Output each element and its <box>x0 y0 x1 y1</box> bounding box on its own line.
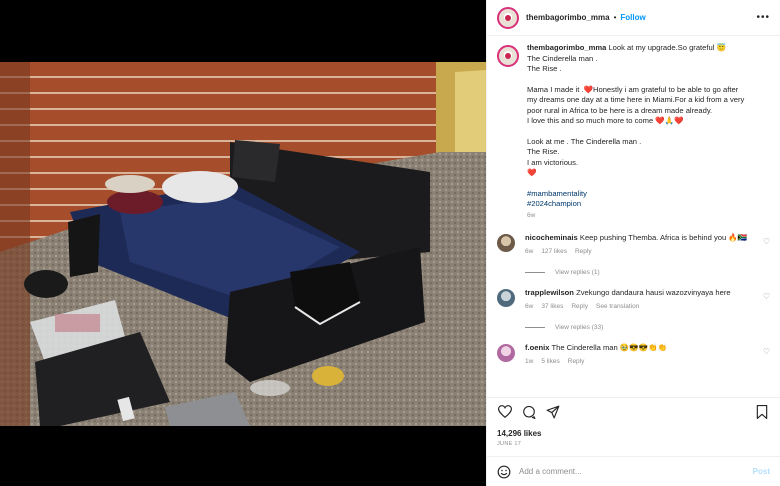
like-heart-icon[interactable] <box>496 403 514 421</box>
post-date: JUNE 17 <box>497 441 522 447</box>
comment-timestamp: 1w <box>525 358 534 365</box>
share-paper-plane-icon[interactable] <box>544 403 562 421</box>
comment-like-icon[interactable]: ♡ <box>763 237 770 246</box>
view-replies-button[interactable]: View replies (33) <box>525 324 770 331</box>
comment-bubble-icon[interactable] <box>520 403 538 421</box>
comment-item: trapplewilson Zvekungo dandaura hausi wa… <box>497 288 770 312</box>
view-replies-label: View replies (1) <box>555 269 600 276</box>
comment-likes[interactable]: 5 likes <box>541 357 559 367</box>
comment-text: The Cinderella man 🥹😎😎👏👏 <box>551 343 668 352</box>
reply-button[interactable]: Reply <box>575 247 592 257</box>
commenter-username[interactable]: f.oenix <box>525 343 549 352</box>
caption-username[interactable]: thembagorimbo_mma <box>527 43 606 52</box>
instagram-post-modal: thembagorimbo_mma • Follow ••• thembagor… <box>0 0 780 486</box>
comment-like-icon[interactable]: ♡ <box>763 347 770 356</box>
author-username[interactable]: thembagorimbo_mma <box>526 13 610 22</box>
commenter-username[interactable]: trapplewilson <box>525 288 574 297</box>
post-comment-button[interactable]: Post <box>753 467 770 476</box>
caption-line: The Cinderella man . <box>527 53 598 63</box>
caption-line: The Rise . <box>527 64 562 73</box>
comment-timestamp: 6w <box>525 303 534 310</box>
comment-likes[interactable]: 127 likes <box>541 247 567 257</box>
caption-timestamp: 6w <box>527 211 536 219</box>
comments-scroll-area[interactable]: thembagorimbo_mma Look at my upgrade.So … <box>487 37 780 393</box>
comment-text: Keep pushing Themba. Africa is behind yo… <box>579 233 748 242</box>
header-separator: • <box>613 13 617 22</box>
hashtag-link[interactable]: #2024champion <box>527 199 744 210</box>
caption-line: poor rural in Africa to be here is a dre… <box>527 105 713 115</box>
likes-count[interactable]: 14,296 likes <box>497 429 541 438</box>
caption-line: The Rise. <box>527 147 560 156</box>
caption-avatar[interactable] <box>497 45 519 67</box>
reply-button[interactable]: Reply <box>568 357 585 367</box>
action-bar <box>487 397 780 425</box>
post-sidebar: thembagorimbo_mma • Follow ••• thembagor… <box>486 0 780 486</box>
caption-line: thembagorimbo_mma Look at my upgrade.So … <box>527 43 744 54</box>
comment-composer: Post <box>487 456 780 486</box>
view-replies-label: View replies (33) <box>555 324 604 331</box>
see-translation-button[interactable]: See translation <box>596 302 639 312</box>
post-image[interactable] <box>0 0 486 486</box>
comment-likes[interactable]: 37 likes <box>541 302 563 312</box>
commenter-avatar[interactable] <box>497 344 515 362</box>
commenter-username[interactable]: nicocheminais <box>525 233 578 242</box>
caption-line: my dreams one day at a time here in Miam… <box>527 95 745 104</box>
more-options-icon[interactable]: ••• <box>756 12 770 23</box>
comment-item: f.oenix The Cinderella man 🥹😎😎👏👏 1w 5 li… <box>497 343 770 367</box>
caption-text: Look at my upgrade.So grateful 😇 <box>608 43 726 52</box>
caption-line: I love this and so much more to come ❤️🙏… <box>527 116 684 125</box>
caption-line: ❤️ <box>527 168 537 177</box>
bookmark-icon[interactable] <box>753 403 771 421</box>
comment-item: nicocheminais Keep pushing Themba. Afric… <box>497 233 770 257</box>
comment-text: Zvekungo dandaura hausi wazozvinyaya her… <box>576 288 731 297</box>
commenter-avatar[interactable] <box>497 289 515 307</box>
emoji-smiley-icon[interactable] <box>497 465 511 479</box>
comment-timestamp: 6w <box>525 248 534 255</box>
caption-line: Mama I made it .❤️Honestly i am grateful… <box>527 84 739 94</box>
post-caption: thembagorimbo_mma Look at my upgrade.So … <box>497 43 770 221</box>
reply-button[interactable]: Reply <box>571 302 588 312</box>
hashtag-link[interactable]: #mambamentality <box>527 189 744 200</box>
caption-line: I am victorious. <box>527 157 579 167</box>
view-replies-button[interactable]: View replies (1) <box>525 269 770 276</box>
room-photo <box>0 62 486 426</box>
caption-line: Look at me . The Cinderella man . <box>527 136 642 146</box>
comment-input[interactable] <box>519 467 753 476</box>
caption-body: thembagorimbo_mma Look at my upgrade.So … <box>527 43 744 221</box>
author-avatar[interactable] <box>497 6 519 29</box>
commenter-avatar[interactable] <box>497 234 515 252</box>
post-header: thembagorimbo_mma • Follow ••• <box>487 0 780 36</box>
comment-like-icon[interactable]: ♡ <box>763 292 770 301</box>
follow-button[interactable]: Follow <box>620 13 645 22</box>
